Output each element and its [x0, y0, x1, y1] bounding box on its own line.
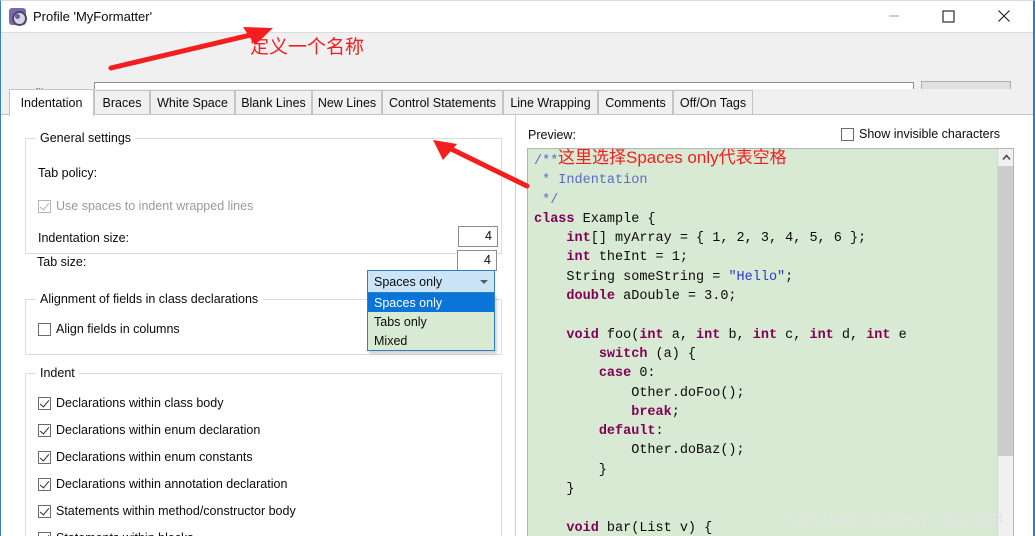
tab-label: Line Wrapping	[510, 96, 591, 110]
pane-divider	[515, 115, 516, 536]
chevron-up-icon	[1001, 154, 1011, 161]
dropdown-option-spaces-only[interactable]: Spaces only	[368, 293, 494, 312]
minimize-icon	[888, 15, 899, 17]
tab-label: Blank Lines	[241, 96, 306, 110]
maximize-button[interactable]	[926, 1, 971, 31]
checkbox-label: Use spaces to indent wrapped lines	[56, 199, 254, 213]
profile-dialog-window: Profile 'MyFormatter' Profile name: Expo…	[0, 0, 1035, 536]
indent-checkbox-2[interactable]: Declarations within enum constants	[38, 450, 253, 464]
minimize-button[interactable]	[871, 1, 916, 31]
checkbox-box	[38, 531, 51, 536]
chevron-down-icon	[480, 280, 488, 284]
scroll-thumb[interactable]	[998, 166, 1013, 456]
checkbox-label: Statements within blocks	[56, 531, 194, 536]
scroll-up-button[interactable]	[998, 149, 1013, 166]
alignment-group-title: Alignment of fields in class declaration…	[36, 292, 263, 306]
preview-vertical-scrollbar[interactable]	[997, 149, 1013, 536]
checkbox-box	[38, 477, 51, 491]
indent-group-title: Indent	[36, 366, 79, 380]
align-fields-in-columns-checkbox[interactable]: Align fields in columns	[38, 322, 180, 336]
tab-label: New Lines	[317, 96, 377, 110]
show-invisible-characters-checkbox[interactable]: Show invisible characters	[841, 127, 1000, 141]
dropdown-option-tabs-only[interactable]: Tabs only	[368, 312, 494, 331]
dropdown-option-label: Spaces only	[374, 295, 443, 310]
tab-policy-combobox[interactable]: Spaces only	[367, 270, 495, 293]
checkbox-label: Statements within method/constructor bod…	[56, 504, 296, 518]
checkbox-label: Declarations within enum constants	[56, 450, 253, 464]
checkbox-box	[38, 423, 51, 437]
checkbox-box	[38, 199, 51, 213]
tab-label: Off/On Tags	[679, 96, 747, 110]
settings-pane: General settings Tab policy: Use spaces …	[1, 115, 515, 536]
checkbox-label: Align fields in columns	[56, 322, 180, 336]
preview-code: /** * Indentation */ class Example { int…	[534, 154, 907, 536]
tab-line-wrapping[interactable]: Line Wrapping	[503, 90, 598, 115]
maximize-icon	[942, 9, 955, 23]
checkbox-label: Show invisible characters	[859, 127, 1001, 141]
tab-comments[interactable]: Comments	[598, 90, 673, 115]
tab-policy-label: Tab policy:	[38, 166, 98, 180]
dropdown-option-label: Tabs only	[374, 314, 427, 329]
checkbox-label: Declarations within class body	[56, 396, 224, 410]
dialog-content: General settings Tab policy: Use spaces …	[1, 114, 1033, 536]
indent-group: Indent Declarations within class body Dec…	[25, 366, 502, 536]
checkbox-label: Declarations within annotation declarati…	[56, 477, 288, 491]
indentation-size-field[interactable]: 4	[458, 226, 498, 247]
checkbox-box	[38, 450, 51, 464]
tab-label: White Space	[157, 96, 228, 110]
indent-checkbox-5[interactable]: Statements within blocks	[38, 531, 194, 536]
title-bar: Profile 'MyFormatter'	[1, 1, 1033, 32]
dropdown-option-label: Mixed	[374, 333, 408, 348]
tab-label: Comments	[605, 96, 666, 110]
tab-label: Control Statements	[389, 96, 496, 110]
preview-pane: Preview: Show invisible characters /** *…	[520, 115, 1033, 536]
tab-control-statements[interactable]: Control Statements	[382, 90, 503, 115]
checkbox-box	[841, 127, 854, 141]
preview-code-frame: /** * Indentation */ class Example { int…	[527, 148, 1014, 536]
indent-checkbox-1[interactable]: Declarations within enum declaration	[38, 423, 260, 437]
tab-policy-dropdown-list[interactable]: Spaces only Tabs only Mixed	[367, 293, 495, 351]
checkbox-box	[38, 504, 51, 518]
indent-checkbox-3[interactable]: Declarations within annotation declarati…	[38, 477, 287, 491]
preview-label: Preview:	[528, 128, 576, 142]
tab-indentation[interactable]: Indentation	[9, 89, 94, 116]
close-icon	[997, 10, 1010, 22]
watermark: https://blog.csdn.net/qq_38529883	[788, 510, 1003, 526]
checkbox-box	[38, 322, 51, 336]
tab-label: Braces	[102, 96, 142, 110]
general-settings-group: General settings Tab policy: Use spaces …	[25, 131, 502, 254]
dropdown-option-mixed[interactable]: Mixed	[368, 331, 494, 350]
window-title: Profile 'MyFormatter'	[33, 9, 153, 24]
profile-name-row: Profile name: Export...	[1, 32, 1033, 106]
tab-size-field[interactable]: 4	[457, 250, 497, 271]
general-settings-title: General settings	[36, 131, 136, 145]
tab-blank-lines[interactable]: Blank Lines	[235, 90, 312, 115]
indent-checkbox-0[interactable]: Declarations within class body	[38, 396, 223, 410]
checkbox-label: Declarations within enum declaration	[56, 423, 261, 437]
tab-strip: Indentation Braces White Space Blank Lines N…	[1, 89, 1033, 116]
indent-checkbox-4[interactable]: Statements within method/constructor bod…	[38, 504, 296, 518]
gear-icon	[9, 8, 27, 26]
tab-new-lines[interactable]: New Lines	[312, 90, 382, 115]
tab-braces[interactable]: Braces	[94, 90, 150, 115]
indentation-size-label: Indentation size:	[38, 231, 130, 245]
tab-off-on-tags[interactable]: Off/On Tags	[673, 90, 753, 115]
tab-size-label: Tab size:	[37, 255, 87, 269]
tab-label: Indentation	[20, 96, 83, 110]
checkbox-box	[38, 396, 51, 410]
close-button[interactable]	[981, 1, 1026, 31]
use-spaces-wrapped-lines-checkbox[interactable]: Use spaces to indent wrapped lines	[38, 199, 253, 213]
tab-policy-selected-value: Spaces only	[374, 274, 443, 289]
tab-white-space[interactable]: White Space	[150, 90, 235, 115]
